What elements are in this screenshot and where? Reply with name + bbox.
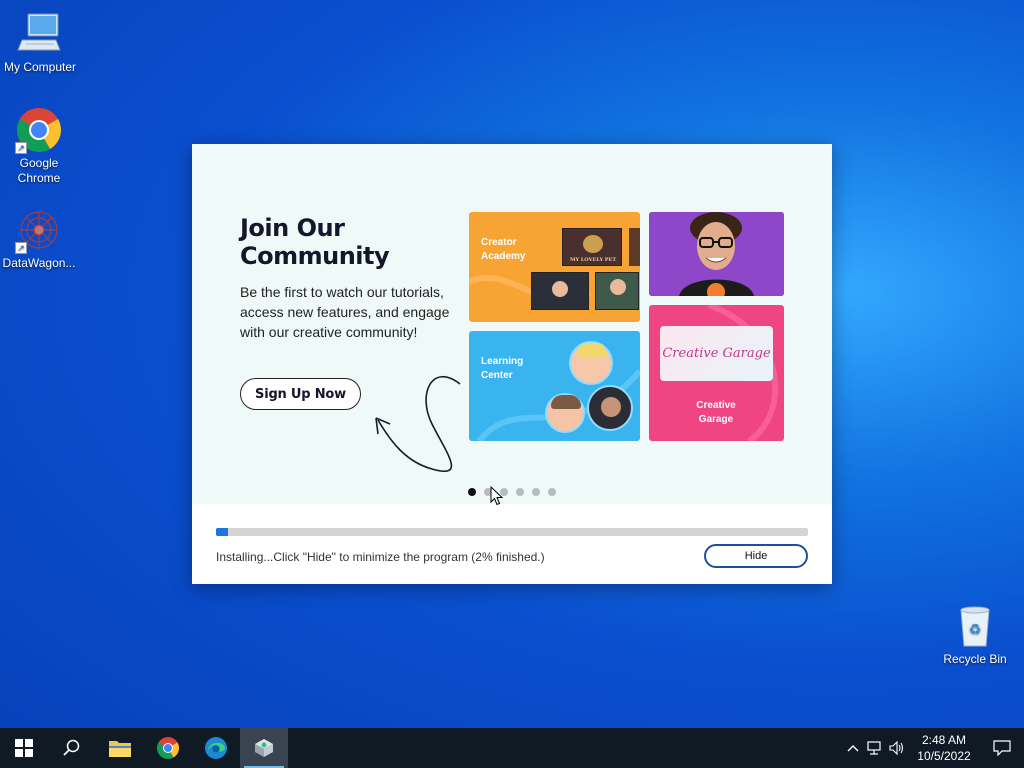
taskbar-chrome[interactable] xyxy=(144,728,192,768)
taskbar-edge[interactable] xyxy=(192,728,240,768)
chevron-up-icon xyxy=(847,745,859,752)
shortcut-arrow-icon: ↗ xyxy=(15,142,27,154)
hide-button[interactable]: Hide xyxy=(704,544,808,568)
chrome-icon xyxy=(157,737,179,759)
person-photo-tile xyxy=(649,212,784,296)
avatar-circle xyxy=(587,385,633,431)
tile-label: Learning Center xyxy=(481,356,524,381)
sign-up-button[interactable]: Sign Up Now xyxy=(240,378,361,410)
thumbnail-caption: MY LOVELY PET xyxy=(569,257,617,263)
installer-app-icon xyxy=(255,739,273,757)
notification-icon xyxy=(993,740,1011,756)
taskbar-file-explorer[interactable] xyxy=(96,728,144,768)
taskbar-installer[interactable] xyxy=(240,728,288,768)
installer-window: Join Our Community Be the first to watch… xyxy=(192,144,832,584)
carousel-dots xyxy=(468,488,556,496)
recycle-bin-icon: ♻ xyxy=(951,602,999,650)
creative-garage-logo: Creative Garage xyxy=(660,326,773,381)
desktop-icon-label: My Computer xyxy=(3,60,77,74)
speaker-icon xyxy=(889,741,904,755)
creative-garage-tile: Creative Garage Creative Garage xyxy=(649,305,784,441)
promo-carousel: Join Our Community Be the first to watch… xyxy=(192,144,832,504)
edge-icon xyxy=(205,737,227,759)
avatar-circle xyxy=(545,393,585,433)
avatar-circle xyxy=(569,341,613,385)
network-icon xyxy=(867,741,881,755)
video-thumbnail: MY LOVELY PET xyxy=(562,228,622,266)
carousel-dot[interactable] xyxy=(468,488,476,496)
tile-label: Creator Academy xyxy=(481,237,526,262)
taskbar: 2:48 AM 10/5/2022 xyxy=(0,728,1024,768)
datawagon-icon: ↗ xyxy=(15,206,63,254)
video-thumbnail xyxy=(531,272,589,310)
system-tray: 2:48 AM 10/5/2022 xyxy=(842,728,1024,768)
desktop-icon-label: Recycle Bin xyxy=(943,652,1007,666)
network-button[interactable] xyxy=(864,728,886,768)
desktop-icon-datawagon[interactable]: ↗ DataWagon... xyxy=(0,206,79,271)
shortcut-arrow-icon: ↗ xyxy=(15,242,27,254)
mouse-cursor xyxy=(490,486,504,506)
squiggle-arrow-decoration xyxy=(375,376,461,472)
learning-center-tile: Learning Center xyxy=(469,331,640,441)
desktop-icon-google-chrome[interactable]: ↗ Google Chrome xyxy=(0,106,79,186)
carousel-dot[interactable] xyxy=(532,488,540,496)
taskbar-clock[interactable]: 2:48 AM 10/5/2022 xyxy=(908,732,980,764)
desktop-icon-label: DataWagon... xyxy=(2,256,76,270)
desktop-icon-recycle-bin[interactable]: ♻ Recycle Bin xyxy=(935,602,1015,667)
show-hidden-icons-button[interactable] xyxy=(842,728,864,768)
install-progress-fill xyxy=(216,528,228,536)
volume-button[interactable] xyxy=(886,728,908,768)
search-button[interactable] xyxy=(48,728,96,768)
folder-icon xyxy=(109,741,131,757)
clock-time: 2:48 AM xyxy=(921,733,967,747)
creator-academy-tile: Creator Academy MY LOVELY PET xyxy=(469,212,640,322)
clock-date: 10/5/2022 xyxy=(917,749,971,763)
video-thumbnail xyxy=(629,228,640,266)
windows-logo-icon xyxy=(15,739,33,757)
promo-title: Join Our Community xyxy=(240,214,390,270)
svg-text:♻: ♻ xyxy=(969,622,982,638)
video-thumbnail xyxy=(595,272,639,310)
person-photo xyxy=(649,212,784,296)
start-button[interactable] xyxy=(0,728,48,768)
desktop-icon-my-computer[interactable]: My Computer xyxy=(0,10,80,75)
tile-label: Creative Garage xyxy=(696,400,736,425)
carousel-dot[interactable] xyxy=(516,488,524,496)
action-center-button[interactable] xyxy=(980,728,1024,768)
chrome-icon: ↗ xyxy=(15,106,63,154)
desktop-icon-label: Google Chrome xyxy=(17,156,61,185)
carousel-dot[interactable] xyxy=(548,488,556,496)
search-icon xyxy=(63,739,80,756)
promo-description: Be the first to watch our tutorials, acc… xyxy=(240,284,450,340)
install-status-text: Installing...Click "Hide" to minimize th… xyxy=(216,550,545,564)
computer-icon xyxy=(16,10,64,58)
install-progress-bar xyxy=(216,528,808,536)
